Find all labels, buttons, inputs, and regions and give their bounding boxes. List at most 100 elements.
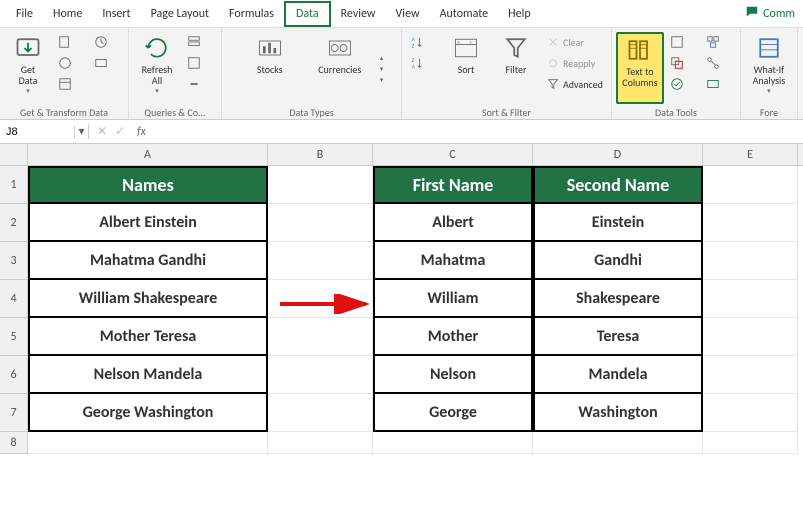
cell-d1[interactable]: Second Name [533,166,703,204]
cell-e6[interactable] [703,356,798,394]
gallery-expand-icon[interactable]: ▾ [380,75,384,84]
existing-conn-button[interactable] [90,53,124,73]
row-header-6[interactable]: 6 [0,356,28,394]
cell-a5[interactable]: Mother Teresa [28,318,268,356]
data-validation-button[interactable] [666,74,700,94]
queries-button[interactable] [183,32,217,52]
cell-a6[interactable]: Nelson Mandela [28,356,268,394]
cell-d7[interactable]: Washington [533,394,703,432]
name-box-dropdown[interactable]: ▾ [75,124,89,139]
row-header-2[interactable]: 2 [0,204,28,242]
cell-e1[interactable] [703,166,798,204]
scroll-up-icon[interactable]: ▴ [380,53,384,62]
cell-b5[interactable] [268,318,373,356]
cell-d6[interactable]: Mandela [533,356,703,394]
formula-input[interactable] [150,126,803,138]
row-header-5[interactable]: 5 [0,318,28,356]
text-to-columns-button[interactable]: Text toColumns [616,32,664,104]
cell-c1[interactable]: First Name [373,166,533,204]
sort-az-button[interactable]: AZ [406,32,440,52]
advanced-button[interactable]: Advanced [542,74,607,94]
menu-formulas[interactable]: Formulas [219,3,284,25]
row-header-4[interactable]: 4 [0,280,28,318]
cell-b7[interactable] [268,394,373,432]
cell-e4[interactable] [703,280,798,318]
cell-e3[interactable] [703,242,798,280]
sort-za-button[interactable]: ZA [406,53,440,73]
cell-b2[interactable] [268,204,373,242]
cell-b6[interactable] [268,356,373,394]
menu-insert[interactable]: Insert [92,3,140,25]
cell-e7[interactable] [703,394,798,432]
fx-icon[interactable]: fx [133,125,150,139]
properties-button[interactable] [183,53,217,73]
scroll-down-icon[interactable]: ▾ [380,64,384,73]
menu-data[interactable]: Data [284,1,331,27]
cell-c7[interactable]: George [373,394,533,432]
remove-dupes-button[interactable] [666,53,700,73]
filter-button[interactable]: Filter [492,32,540,104]
cell-a4[interactable]: William Shakespeare [28,280,268,318]
menu-help[interactable]: Help [498,3,541,25]
edit-links-button[interactable] [183,74,217,94]
cell-b8[interactable] [268,432,373,454]
col-header-c[interactable]: C [373,144,533,165]
cell-c5[interactable]: Mother [373,318,533,356]
cell-c4[interactable]: William [373,280,533,318]
from-text-button[interactable] [54,32,88,52]
row-header-8[interactable]: 8 [0,432,28,454]
cell-a8[interactable] [28,432,268,454]
menu-review[interactable]: Review [331,3,386,25]
what-if-button[interactable]: What-IfAnalysis ▾ [745,32,793,104]
cell-e2[interactable] [703,204,798,242]
cell-a3[interactable]: Mahatma Gandhi [28,242,268,280]
select-all-corner[interactable] [0,144,28,166]
cell-a2[interactable]: Albert Einstein [28,204,268,242]
cell-c8[interactable] [373,432,533,454]
name-box[interactable] [0,126,75,138]
clear-button[interactable]: Clear [542,32,607,52]
row-header-7[interactable]: 7 [0,394,28,432]
get-data-button[interactable]: GetData ▾ [4,32,52,104]
data-model-button[interactable] [702,74,736,94]
cell-d2[interactable]: Einstein [533,204,703,242]
cell-a7[interactable]: George Washington [28,394,268,432]
cell-e8[interactable] [703,432,798,454]
menu-view[interactable]: View [386,3,430,25]
cell-b4[interactable] [268,280,373,318]
cell-e5[interactable] [703,318,798,356]
cell-c2[interactable]: Albert [373,204,533,242]
col-header-b[interactable]: B [268,144,373,165]
relationships-button[interactable] [702,53,736,73]
col-header-a[interactable]: A [28,144,268,165]
cell-c3[interactable]: Mahatma [373,242,533,280]
menu-page-layout[interactable]: Page Layout [141,3,219,25]
consolidate-button[interactable] [702,32,736,52]
stocks-button[interactable]: Stocks [240,32,300,104]
cell-d3[interactable]: Gandhi [533,242,703,280]
menu-automate[interactable]: Automate [430,3,499,25]
from-table-button[interactable] [54,74,88,94]
cancel-formula-icon[interactable]: ✕ [95,124,109,139]
enter-formula-icon[interactable]: ✓ [113,124,127,139]
comments-button[interactable]: Comm [737,1,803,27]
col-header-d[interactable]: D [533,144,703,165]
cell-a1[interactable]: Names [28,166,268,204]
cell-d8[interactable] [533,432,703,454]
sort-button[interactable]: AZ Sort [442,32,490,104]
cell-d4[interactable]: Shakespeare [533,280,703,318]
refresh-all-button[interactable]: RefreshAll ▾ [133,32,181,104]
menu-home[interactable]: Home [43,3,92,25]
cell-c6[interactable]: Nelson [373,356,533,394]
cell-b1[interactable] [268,166,373,204]
recent-sources-button[interactable] [90,32,124,52]
cell-b3[interactable] [268,242,373,280]
cell-d5[interactable]: Teresa [533,318,703,356]
currencies-button[interactable]: Currencies [310,32,370,104]
row-header-3[interactable]: 3 [0,242,28,280]
flash-fill-button[interactable] [666,32,700,52]
col-header-e[interactable]: E [703,144,798,165]
from-web-button[interactable] [54,53,88,73]
row-header-1[interactable]: 1 [0,166,28,204]
reapply-button[interactable]: Reapply [542,53,607,73]
